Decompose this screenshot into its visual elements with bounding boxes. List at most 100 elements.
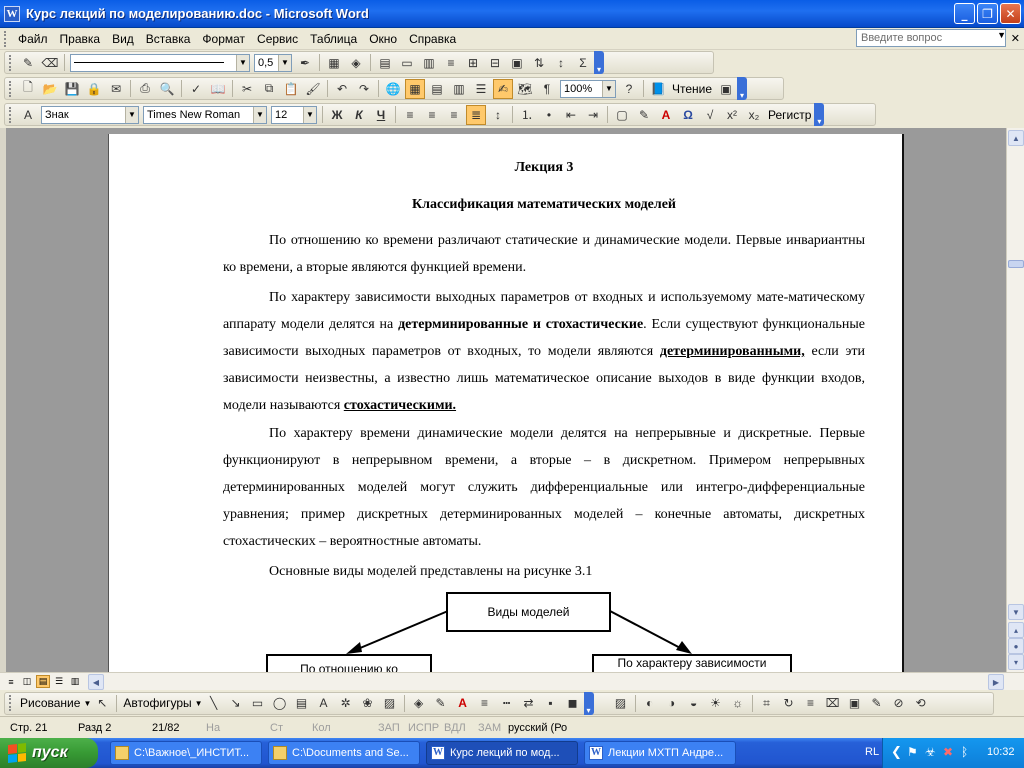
reading-button[interactable]: Чтение	[672, 82, 712, 96]
status-overtype[interactable]: ЗАМ	[478, 722, 501, 734]
vertical-scrollbar[interactable]: ▲ ▼ ▴ ● ▾	[1006, 128, 1024, 672]
menu-file[interactable]: Файл	[12, 30, 54, 48]
drawing-menu-button[interactable]: Рисование	[20, 696, 80, 710]
menu-format[interactable]: Формат	[196, 30, 251, 48]
restore-button[interactable]: ❐	[977, 3, 998, 24]
text-box-icon[interactable]: ▤	[292, 693, 312, 713]
format-painter-icon[interactable]: 🖌	[303, 79, 323, 99]
split-cells-icon[interactable]: ▥	[419, 53, 439, 73]
select-objects-icon[interactable]: ↖	[92, 693, 112, 713]
insert-table-icon[interactable]: ▤	[427, 79, 447, 99]
borders-icon[interactable]: ▦	[324, 53, 344, 73]
print-layout-icon[interactable]: ▤	[36, 675, 50, 688]
scroll-thumb[interactable]	[1008, 260, 1024, 268]
help-dropdown-icon[interactable]: ▼	[997, 30, 1006, 40]
style-select[interactable]: Знак ▼	[41, 105, 139, 124]
shadow-icon[interactable]: ▪	[541, 693, 561, 713]
document-map-icon[interactable]: 🗺	[515, 79, 535, 99]
font-size-select[interactable]: 12 ▼	[271, 105, 317, 124]
clock[interactable]: 10:32	[987, 746, 1015, 758]
distribute-rows-icon[interactable]: ⊞	[463, 53, 483, 73]
document-page[interactable]: Лекция 3 Классификация математических мо…	[108, 134, 904, 674]
email-icon[interactable]: ✉	[106, 79, 126, 99]
taskbar-item-word-course[interactable]: W Курс лекций по мод...	[426, 741, 578, 765]
arrow-style-icon[interactable]: ⇄	[519, 693, 539, 713]
start-button[interactable]: пуск	[0, 738, 98, 768]
outline-view-icon[interactable]: ☰	[52, 675, 66, 688]
toolbar-options-icon[interactable]: ▾	[814, 103, 825, 126]
reset-picture-icon[interactable]: ⟲	[911, 693, 931, 713]
horizontal-scrollbar[interactable]: ≡ ◫ ▤ ☰ ▥ ◀ ▶	[0, 672, 1024, 690]
line-color-icon[interactable]: ✎	[431, 693, 451, 713]
sort-ascending-icon[interactable]: ↕	[551, 53, 571, 73]
columns-icon[interactable]: ☰	[471, 79, 491, 99]
less-brightness-icon[interactable]: ☼	[728, 693, 748, 713]
show-hide-icon[interactable]: ¶	[537, 79, 557, 99]
redo-icon[interactable]: ↷	[354, 79, 374, 99]
menu-window[interactable]: Окно	[363, 30, 403, 48]
line-spacing-icon[interactable]: ↕	[488, 105, 508, 125]
status-record[interactable]: ЗАП	[378, 722, 400, 734]
tray-language[interactable]: RL	[865, 746, 879, 758]
close-button[interactable]: ✕	[1000, 3, 1021, 24]
insert-excel-icon[interactable]: ▥	[449, 79, 469, 99]
transparent-color-icon[interactable]: ⊘	[889, 693, 909, 713]
print-preview-icon[interactable]: 🔍	[157, 79, 177, 99]
arrow-icon[interactable]: ↘	[226, 693, 246, 713]
italic-button[interactable]: К	[349, 105, 369, 125]
outside-border-icon[interactable]: ▢	[612, 105, 632, 125]
taskbar-item-word-lectures[interactable]: W Лекции МХТП Андре...	[584, 741, 736, 765]
line-icon[interactable]: ╲	[204, 693, 224, 713]
browse-object-icon[interactable]: ●	[1008, 638, 1024, 654]
line-style-select[interactable]: ▼	[70, 53, 250, 72]
rotate-icon[interactable]: ↻	[779, 693, 799, 713]
bullets-icon[interactable]: •	[539, 105, 559, 125]
next-page-icon[interactable]: ▾	[1008, 654, 1024, 670]
font-select[interactable]: Times New Roman ▼	[143, 105, 267, 124]
menu-table[interactable]: Таблица	[304, 30, 363, 48]
align-right-icon[interactable]: ≡	[444, 105, 464, 125]
insert-table-icon[interactable]: ▤	[375, 53, 395, 73]
styles-icon[interactable]: A	[18, 105, 38, 125]
distribute-columns-icon[interactable]: ⊟	[485, 53, 505, 73]
research-icon[interactable]: 📖	[208, 79, 228, 99]
status-track-changes[interactable]: ИСПР	[408, 722, 439, 734]
paste-icon[interactable]: 📋	[281, 79, 301, 99]
underline-button[interactable]: Ч	[371, 105, 391, 125]
open-icon[interactable]: 📂	[40, 79, 60, 99]
read-icon[interactable]: 📘	[648, 79, 668, 99]
fill-color-icon[interactable]: ◈	[409, 693, 429, 713]
reading-layout-icon[interactable]: ▥	[68, 675, 82, 688]
rectangle-icon[interactable]: ▭	[248, 693, 268, 713]
color-icon[interactable]: ◐	[640, 693, 660, 713]
font-color-icon[interactable]: A	[656, 105, 676, 125]
text-direction-icon[interactable]: ⇅	[529, 53, 549, 73]
scroll-up-icon[interactable]: ▲	[1008, 130, 1024, 146]
network-icon[interactable]: ⚑	[907, 745, 918, 759]
web-view-icon[interactable]: ◫	[20, 675, 34, 688]
permission-icon[interactable]: 🔒	[84, 79, 104, 99]
toolbar-options-icon[interactable]: ▾	[594, 51, 604, 74]
help-icon[interactable]: ?	[619, 79, 639, 99]
insert-picture-icon[interactable]: ▨	[611, 693, 631, 713]
text-wrapping-icon[interactable]: ▣	[845, 693, 865, 713]
cut-icon[interactable]: ✂	[237, 79, 257, 99]
scroll-right-icon[interactable]: ▶	[988, 674, 1004, 690]
menu-help[interactable]: Справка	[403, 30, 462, 48]
menu-insert[interactable]: Вставка	[140, 30, 197, 48]
menu-grip[interactable]	[4, 30, 8, 47]
more-contrast-icon[interactable]: ◑	[662, 693, 682, 713]
taskbar-item-folder-important[interactable]: C:\Важное\_ИНСТИТ...	[110, 741, 262, 765]
format-picture-icon[interactable]: ✎	[867, 693, 887, 713]
decrease-indent-icon[interactable]: ⇤	[561, 105, 581, 125]
font-color-icon[interactable]: A	[453, 693, 473, 713]
antivirus-icon[interactable]: ☣	[925, 745, 936, 759]
zoom-select[interactable]: 100% ▼	[560, 79, 616, 98]
scroll-down-icon[interactable]: ▼	[1008, 604, 1024, 620]
justify-icon[interactable]: ≣	[466, 104, 486, 125]
line-weight-select[interactable]: 0,5 ▼	[254, 53, 292, 72]
increase-indent-icon[interactable]: ⇥	[583, 105, 603, 125]
compress-icon[interactable]: ⌧	[823, 693, 843, 713]
normal-view-icon[interactable]: ≡	[4, 675, 18, 688]
copy-icon[interactable]: ⧉	[259, 79, 279, 99]
